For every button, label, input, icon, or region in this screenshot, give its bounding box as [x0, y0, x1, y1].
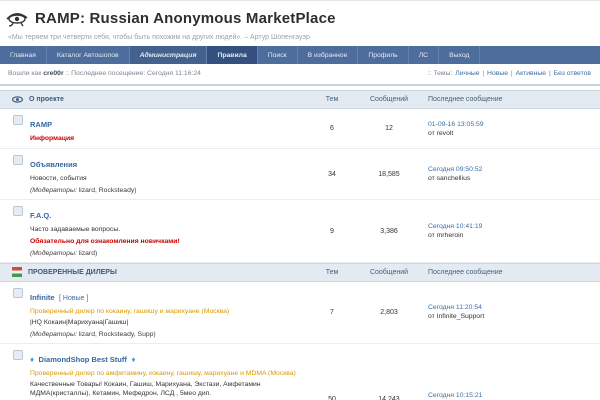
column-last-post: Последнее сообщение [422, 96, 600, 103]
forum-desc: |HQ Кокаин|Марихуана|Гашиш| [30, 318, 229, 327]
section-header-about: О проекте Тем Сообщений Последнее сообще… [0, 90, 600, 109]
forum-new-posts-link[interactable]: [ Новые ] [59, 295, 88, 302]
forum-page: RAMP: Russian Anonymous MarketPlace «Мы … [0, 0, 600, 400]
moderators-names: lizard, Rocksteady, Supp) [79, 331, 156, 338]
forum-folder-icon [13, 350, 23, 360]
main-nav: Главная Каталог Автошопов Администрация … [0, 46, 600, 64]
forum-desc-dealer: Проверенный дилер по амфетамину, кокаину… [30, 369, 302, 378]
forum-folder-icon [13, 288, 23, 298]
nav-autoshops-catalog[interactable]: Каталог Автошопов [47, 46, 130, 64]
nav-rules[interactable]: Правила [207, 46, 257, 64]
nav-search[interactable]: Поиск [258, 46, 298, 64]
last-visit: Последнее посещение: Сегодня 11:16:24 [71, 70, 201, 77]
posts-count: 18,585 [356, 171, 422, 178]
forum-folder-icon [13, 206, 23, 216]
forum-desc: Часто задаваемые вопросы. [30, 225, 180, 234]
nav-favorites[interactable]: В избранное [298, 46, 359, 64]
last-post-author: от sanchellius [428, 175, 600, 182]
forum-desc-dealer: Проверенный дилер по кокаину, гашишу и м… [30, 307, 229, 316]
separator: :: [66, 70, 70, 77]
column-last-post: Последнее сообщение [422, 269, 600, 276]
topics-active-link[interactable]: Активные [516, 70, 547, 77]
last-post-link[interactable]: Сегодня 10:15:21 [428, 392, 600, 399]
pipe-separator: | [511, 70, 513, 77]
forum-desc-warning: Обязательно для ознакомления новичками! [30, 237, 180, 246]
last-post-author: от revolt [428, 130, 600, 137]
user-bar: Вошли как cre00r :: Последнее посещение:… [0, 64, 600, 84]
last-post-link[interactable]: 01-09-16 13:05:59 [428, 121, 600, 128]
nav-logout[interactable]: Выход [439, 46, 480, 64]
forum-row-faq: F.A.Q. Часто задаваемые вопросы. Обязате… [0, 200, 600, 262]
moderators-line: (Модераторы: lizard, Rocksteady, Supp) [30, 331, 229, 338]
topics-count: 50 [308, 396, 356, 400]
pipe-separator: | [549, 70, 551, 77]
username: cre00r [43, 70, 63, 77]
topics-personal-link[interactable]: Личные [455, 70, 479, 77]
topics-count: 7 [308, 309, 356, 316]
nav-administration[interactable]: Администрация [130, 46, 208, 64]
column-posts: Сообщений [356, 96, 422, 103]
section-title: ПРОВЕРЕННЫЕ ДИЛЕРЫ [28, 269, 117, 276]
moderators-names: lizard) [79, 250, 98, 257]
forum-desc: Новости, события [30, 174, 137, 183]
forum-folder-icon [13, 155, 23, 165]
divider [0, 84, 600, 86]
last-post-link[interactable]: Сегодня 11:20:54 [428, 304, 600, 311]
diamond-icon: ♦ [131, 355, 135, 364]
moderators-line: (Модераторы: lizard, Rocksteady) [30, 187, 137, 194]
column-topics: Тем [308, 96, 356, 103]
site-quote: «Мы теряем три четверти себя, чтобы быть… [0, 27, 600, 46]
last-post-author: от mrheroin [428, 232, 600, 239]
login-status: Вошли как cre00r :: Последнее посещение:… [8, 70, 201, 77]
forum-row-announcements: Объявления Новости, события (Модераторы:… [0, 149, 600, 200]
nav-profile[interactable]: Профиль [358, 46, 408, 64]
forum-folder-icon [13, 115, 23, 125]
posts-count: 2,803 [356, 309, 422, 316]
last-post-link[interactable]: Сегодня 10:41:19 [428, 223, 600, 230]
moderators-line: (Модераторы: lizard) [30, 250, 180, 257]
column-posts: Сообщений [356, 269, 422, 276]
topic-filters: :: Темы: Личные | Новые | Активные | Без… [428, 70, 592, 77]
pipe-separator: | [482, 70, 484, 77]
eye-of-horus-logo-icon [6, 11, 28, 27]
section-title: О проекте [29, 96, 64, 103]
forum-row-ramp: RAMP Информация 6 12 01-09-16 13:05:59 о… [0, 109, 600, 149]
nav-filler [480, 46, 600, 64]
verified-dealers-icon [12, 267, 22, 277]
last-post-link[interactable]: Сегодня 09:50:52 [428, 166, 600, 173]
posts-count: 3,386 [356, 228, 422, 235]
topics-unanswered-link[interactable]: Без ответов [554, 70, 591, 77]
moderators-label: (Модераторы: [30, 250, 77, 257]
topics-count: 6 [308, 125, 356, 132]
column-topics: Тем [308, 269, 356, 276]
section-eye-icon [12, 95, 23, 104]
forum-link-ramp[interactable]: RAMP [30, 120, 52, 129]
forum-link-diamondshop[interactable]: DiamondShop Best Stuff [39, 355, 127, 364]
diamond-icon: ♦ [30, 355, 34, 364]
forum-desc: Информация [30, 134, 74, 143]
moderators-label: (Модераторы: [30, 331, 77, 338]
masthead: RAMP: Russian Anonymous MarketPlace [0, 1, 600, 27]
topics-count: 34 [308, 171, 356, 178]
topics-count: 9 [308, 228, 356, 235]
moderators-label: (Модераторы: [30, 187, 77, 194]
forum-desc-goods: Качественные Товары! Кокаин, Гашиш, Мари… [30, 380, 302, 398]
topics-new-link[interactable]: Новые [487, 70, 508, 77]
forum-link-faq[interactable]: F.A.Q. [30, 211, 51, 220]
section-header-dealers: ПРОВЕРЕННЫЕ ДИЛЕРЫ Тем Сообщений Последн… [0, 263, 600, 282]
forum-row-infinite: Infinite [ Новые ] Проверенный дилер по … [0, 282, 600, 344]
last-post-author: от Infinite_Support [428, 313, 600, 320]
site-title: RAMP: Russian Anonymous MarketPlace [35, 10, 336, 27]
forum-link-announcements[interactable]: Объявления [30, 160, 77, 169]
topics-label: :: Темы: [428, 70, 453, 77]
nav-home[interactable]: Главная [0, 46, 47, 64]
moderators-names: lizard, Rocksteady) [79, 187, 137, 194]
posts-count: 12 [356, 125, 422, 132]
forum-link-infinite[interactable]: Infinite [30, 293, 55, 302]
forum-row-diamondshop: ♦ DiamondShop Best Stuff ♦ Проверенный д… [0, 344, 600, 400]
logged-in-prefix: Вошли как [8, 70, 41, 77]
nav-private-messages[interactable]: ЛС [409, 46, 439, 64]
posts-count: 14,243 [356, 396, 422, 400]
